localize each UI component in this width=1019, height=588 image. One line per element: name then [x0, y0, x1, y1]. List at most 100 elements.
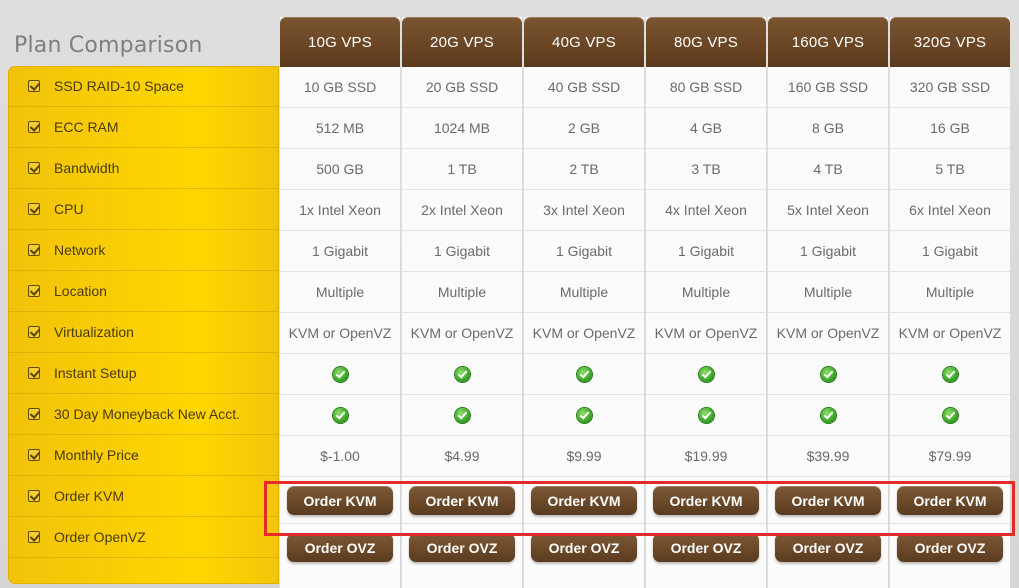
plan-cell: 80 GB SSD	[646, 67, 766, 108]
plan-cell	[402, 395, 522, 436]
plan-cell	[890, 354, 1010, 395]
plan-cell: 3x Intel Xeon	[524, 190, 644, 231]
plan-cell: 5x Intel Xeon	[768, 190, 888, 231]
feature-row: ECC RAM	[8, 107, 279, 148]
plan-cell: 3 TB	[646, 149, 766, 190]
plan-cell: Multiple	[890, 272, 1010, 313]
plan-cell: 6x Intel Xeon	[890, 190, 1010, 231]
plan-cell: 40 GB SSD	[524, 67, 644, 108]
feature-row: CPU	[8, 189, 279, 230]
checkbox-checked-icon	[28, 121, 40, 133]
feature-label: Network	[54, 242, 106, 258]
feature-row: Order KVM	[8, 476, 279, 517]
plan-header: 160G VPS	[768, 17, 888, 67]
checkbox-checked-icon	[28, 203, 40, 215]
feature-row: Bandwidth	[8, 148, 279, 189]
plan-cell	[646, 354, 766, 395]
feature-label: ECC RAM	[54, 119, 119, 135]
checkbox-checked-icon	[28, 408, 40, 420]
plan-cell: $39.99	[768, 436, 888, 477]
order-kvm-button[interactable]: Order KVM	[653, 486, 759, 515]
plan-cell: 8 GB	[768, 108, 888, 149]
feature-row: Instant Setup	[8, 353, 279, 394]
plan-comparison-page: Plan Comparison SSD RAID-10 Space ECC RAM…	[0, 0, 1019, 588]
green-check-icon	[820, 407, 836, 423]
feature-row: Virtualization	[8, 312, 279, 353]
order-kvm-button[interactable]: Order KVM	[775, 486, 881, 515]
plan-cell: 20 GB SSD	[402, 67, 522, 108]
plan-header: 80G VPS	[646, 17, 766, 67]
plan-cell: 5 TB	[890, 149, 1010, 190]
plan-cell: KVM or OpenVZ	[524, 313, 644, 354]
feature-label: Virtualization	[54, 324, 134, 340]
green-check-icon	[454, 407, 470, 423]
plan-cell: 160 GB SSD	[768, 67, 888, 108]
plan-cell	[768, 354, 888, 395]
plan-column: 80G VPS 80 GB SSD 4 GB 3 TB 4x Intel Xeon 1 G…	[645, 17, 766, 588]
checkbox-checked-icon	[28, 326, 40, 338]
order-ovz-button[interactable]: Order OVZ	[897, 533, 1003, 562]
plan-cell: 320 GB SSD	[890, 67, 1010, 108]
feature-label: Location	[54, 283, 107, 299]
plan-cell: KVM or OpenVZ	[768, 313, 888, 354]
checkbox-checked-icon	[28, 449, 40, 461]
order-kvm-button[interactable]: Order KVM	[409, 486, 515, 515]
plan-cell: KVM or OpenVZ	[646, 313, 766, 354]
plan-cell: 1 Gigabit	[646, 231, 766, 272]
order-ovz-button[interactable]: Order OVZ	[409, 533, 515, 562]
plan-cell: 1 TB	[402, 149, 522, 190]
feature-label: CPU	[54, 201, 84, 217]
plan-cell: 4 GB	[646, 108, 766, 149]
checkbox-checked-icon	[28, 80, 40, 92]
plan-cell: $4.99	[402, 436, 522, 477]
feature-row: Location	[8, 271, 279, 312]
checkbox-checked-icon	[28, 490, 40, 502]
plan-column: 40G VPS 40 GB SSD 2 GB 2 TB 3x Intel Xeon 1 G…	[523, 17, 644, 588]
plan-cell: 4x Intel Xeon	[646, 190, 766, 231]
order-ovz-button[interactable]: Order OVZ	[531, 533, 637, 562]
plan-cell	[524, 354, 644, 395]
order-kvm-button[interactable]: Order KVM	[287, 486, 393, 515]
plan-cell: 1 Gigabit	[280, 231, 400, 272]
plan-cell: $19.99	[646, 436, 766, 477]
green-check-icon	[332, 366, 348, 382]
plan-cell: Multiple	[402, 272, 522, 313]
plan-cell: 4 TB	[768, 149, 888, 190]
feature-row: Monthly Price	[8, 435, 279, 476]
plan-header: 20G VPS	[402, 17, 522, 67]
order-kvm-button[interactable]: Order KVM	[531, 486, 637, 515]
order-kvm-button[interactable]: Order KVM	[897, 486, 1003, 515]
green-check-icon	[576, 407, 592, 423]
plan-cell	[890, 395, 1010, 436]
plan-cell: 1024 MB	[402, 108, 522, 149]
feature-label: Instant Setup	[54, 365, 137, 381]
order-ovz-button[interactable]: Order OVZ	[653, 533, 759, 562]
plan-column: 320G VPS 320 GB SSD 16 GB 5 TB 6x Intel Xeon…	[889, 17, 1010, 588]
plan-cell: $-1.00	[280, 436, 400, 477]
plan-column: 160G VPS 160 GB SSD 8 GB 4 TB 5x Intel Xeon 1…	[767, 17, 888, 588]
plan-cell	[280, 395, 400, 436]
plan-cell: Multiple	[768, 272, 888, 313]
order-ovz-button[interactable]: Order OVZ	[775, 533, 881, 562]
order-ovz-button[interactable]: Order OVZ	[287, 533, 393, 562]
plan-cell	[402, 354, 522, 395]
plan-cell: Multiple	[280, 272, 400, 313]
feature-row: SSD RAID-10 Space	[8, 66, 279, 107]
feature-label: Order OpenVZ	[54, 529, 146, 545]
plan-cell: 500 GB	[280, 149, 400, 190]
plan-cell	[646, 395, 766, 436]
feature-row: 30 Day Moneyback New Acct.	[8, 394, 279, 435]
feature-label: Monthly Price	[54, 447, 139, 463]
plan-cell: 16 GB	[890, 108, 1010, 149]
plan-cell: Multiple	[524, 272, 644, 313]
checkbox-checked-icon	[28, 531, 40, 543]
plan-cell: KVM or OpenVZ	[402, 313, 522, 354]
plan-cell: Multiple	[646, 272, 766, 313]
plan-header: 320G VPS	[890, 17, 1010, 67]
checkbox-checked-icon	[28, 285, 40, 297]
plan-header: 40G VPS	[524, 17, 644, 67]
feature-label: Order KVM	[54, 488, 125, 504]
plan-cell: 2x Intel Xeon	[402, 190, 522, 231]
plan-cell: $79.99	[890, 436, 1010, 477]
plan-cell: 2 TB	[524, 149, 644, 190]
